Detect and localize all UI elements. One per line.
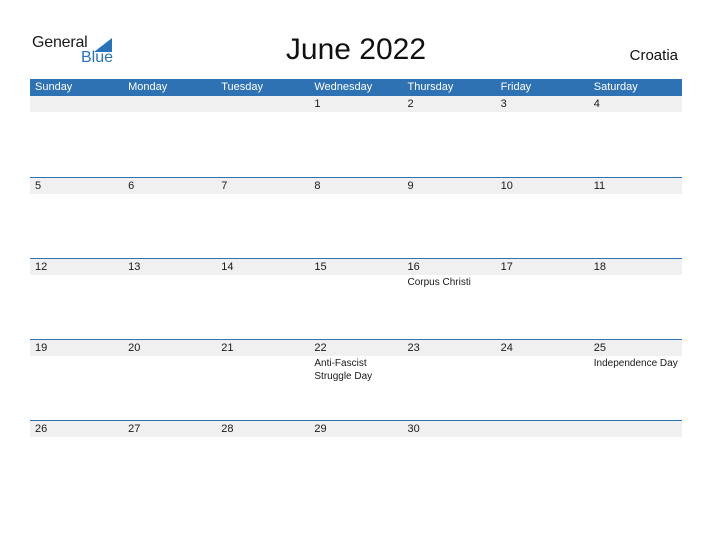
day-number: 16 [407, 261, 420, 273]
holiday-label [589, 275, 682, 289]
holiday-label: Independence Day [593, 358, 678, 369]
holiday-label [496, 275, 589, 289]
holiday-label [403, 356, 496, 383]
day-number [216, 96, 309, 112]
day-number: 6 [128, 180, 135, 192]
weekday-saturday: Saturday [593, 81, 638, 93]
holiday-label [496, 437, 589, 438]
day-number: 8 [314, 180, 321, 192]
holiday-label [496, 112, 589, 113]
day-number: 19 [35, 342, 48, 354]
holiday-label [309, 437, 402, 438]
week-row: 12 13 14 15 16 17 18 Corpus Christi [30, 258, 682, 339]
weekday-header: Sunday Monday Tuesday Wednesday Thursday… [30, 79, 682, 96]
day-number: 21 [221, 342, 234, 354]
holiday-label [216, 194, 309, 195]
holiday-label [123, 356, 216, 383]
holiday-label [403, 112, 496, 113]
date-strip: 5 6 7 8 9 10 11 [30, 178, 682, 194]
day-number: 13 [128, 261, 141, 273]
day-number: 20 [128, 342, 141, 354]
holiday-label [123, 194, 216, 195]
date-strip: 26 27 28 29 30 [30, 421, 682, 437]
day-number: 11 [593, 180, 606, 192]
day-number: 23 [407, 342, 420, 354]
day-number: 7 [221, 180, 228, 192]
day-number: 10 [500, 180, 513, 192]
day-number: 14 [221, 261, 234, 273]
events-row [30, 437, 682, 438]
day-number: 15 [314, 261, 327, 273]
day-number: 5 [35, 180, 42, 192]
weekday-friday: Friday [500, 81, 532, 93]
events-row: Corpus Christi [30, 275, 682, 289]
events-row: Anti-Fascist Struggle Day Independence Da… [30, 356, 682, 383]
week-row: 1 2 3 4 [30, 96, 682, 177]
holiday-label [30, 112, 123, 113]
holiday-label [589, 437, 682, 438]
weekday-monday: Monday [128, 81, 168, 93]
weekday-thursday: Thursday [407, 81, 454, 93]
date-strip: 1 2 3 4 [30, 96, 682, 112]
events-row [30, 194, 682, 195]
holiday-label [496, 194, 589, 195]
day-number: 24 [500, 342, 513, 354]
day-number: 29 [314, 423, 327, 435]
holiday-label [30, 356, 123, 383]
holiday-label [30, 437, 123, 438]
day-number: 9 [407, 180, 414, 192]
date-strip: 19 20 21 22 23 24 25 [30, 340, 682, 356]
day-number: 25 [593, 342, 606, 354]
holiday-label [309, 194, 402, 195]
holiday-label [216, 112, 309, 113]
day-number [123, 96, 216, 112]
page-title: June 2022 [285, 33, 427, 66]
holiday-label [123, 112, 216, 113]
day-number: 27 [128, 423, 141, 435]
holiday-label [403, 194, 496, 195]
weekday-sunday: Sunday [35, 81, 73, 93]
holiday-label [496, 356, 589, 383]
day-number: 22 [314, 342, 327, 354]
week-row: 26 27 28 29 30 [30, 420, 682, 501]
holiday-label [30, 194, 123, 195]
country-label: Croatia [629, 47, 678, 64]
date-strip: 12 13 14 15 16 17 18 [30, 259, 682, 275]
holiday-label [30, 275, 123, 289]
holiday-label [216, 356, 309, 383]
day-number: 17 [500, 261, 513, 273]
weekday-wednesday: Wednesday [314, 81, 373, 93]
holiday-label [123, 437, 216, 438]
day-number [589, 421, 682, 437]
day-number: 30 [407, 423, 420, 435]
week-row: 19 20 21 22 23 24 25 Anti-Fascist Struggle Day I… [30, 339, 682, 420]
day-number: 18 [593, 261, 606, 273]
weekday-tuesday: Tuesday [221, 81, 264, 93]
holiday-label [216, 275, 309, 289]
events-row [30, 112, 682, 113]
day-number: 28 [221, 423, 234, 435]
day-number: 1 [314, 98, 321, 110]
day-number: 4 [593, 98, 600, 110]
day-number: 3 [500, 98, 507, 110]
holiday-label [216, 437, 309, 438]
day-number [30, 96, 123, 112]
day-number: 2 [407, 98, 414, 110]
holiday-label [403, 437, 496, 438]
day-number [496, 421, 589, 437]
holiday-label: Anti-Fascist Struggle Day [314, 358, 373, 382]
holiday-label: Corpus Christi [407, 277, 471, 288]
day-number: 26 [35, 423, 48, 435]
day-number: 12 [35, 261, 48, 273]
holiday-label [309, 275, 402, 289]
holiday-label [123, 275, 216, 289]
holiday-label [589, 112, 682, 113]
holiday-label [309, 112, 402, 113]
holiday-label [589, 194, 682, 195]
week-row: 5 6 7 8 9 10 11 [30, 177, 682, 258]
calendar-grid: Sunday Monday Tuesday Wednesday Thursday… [30, 79, 682, 501]
